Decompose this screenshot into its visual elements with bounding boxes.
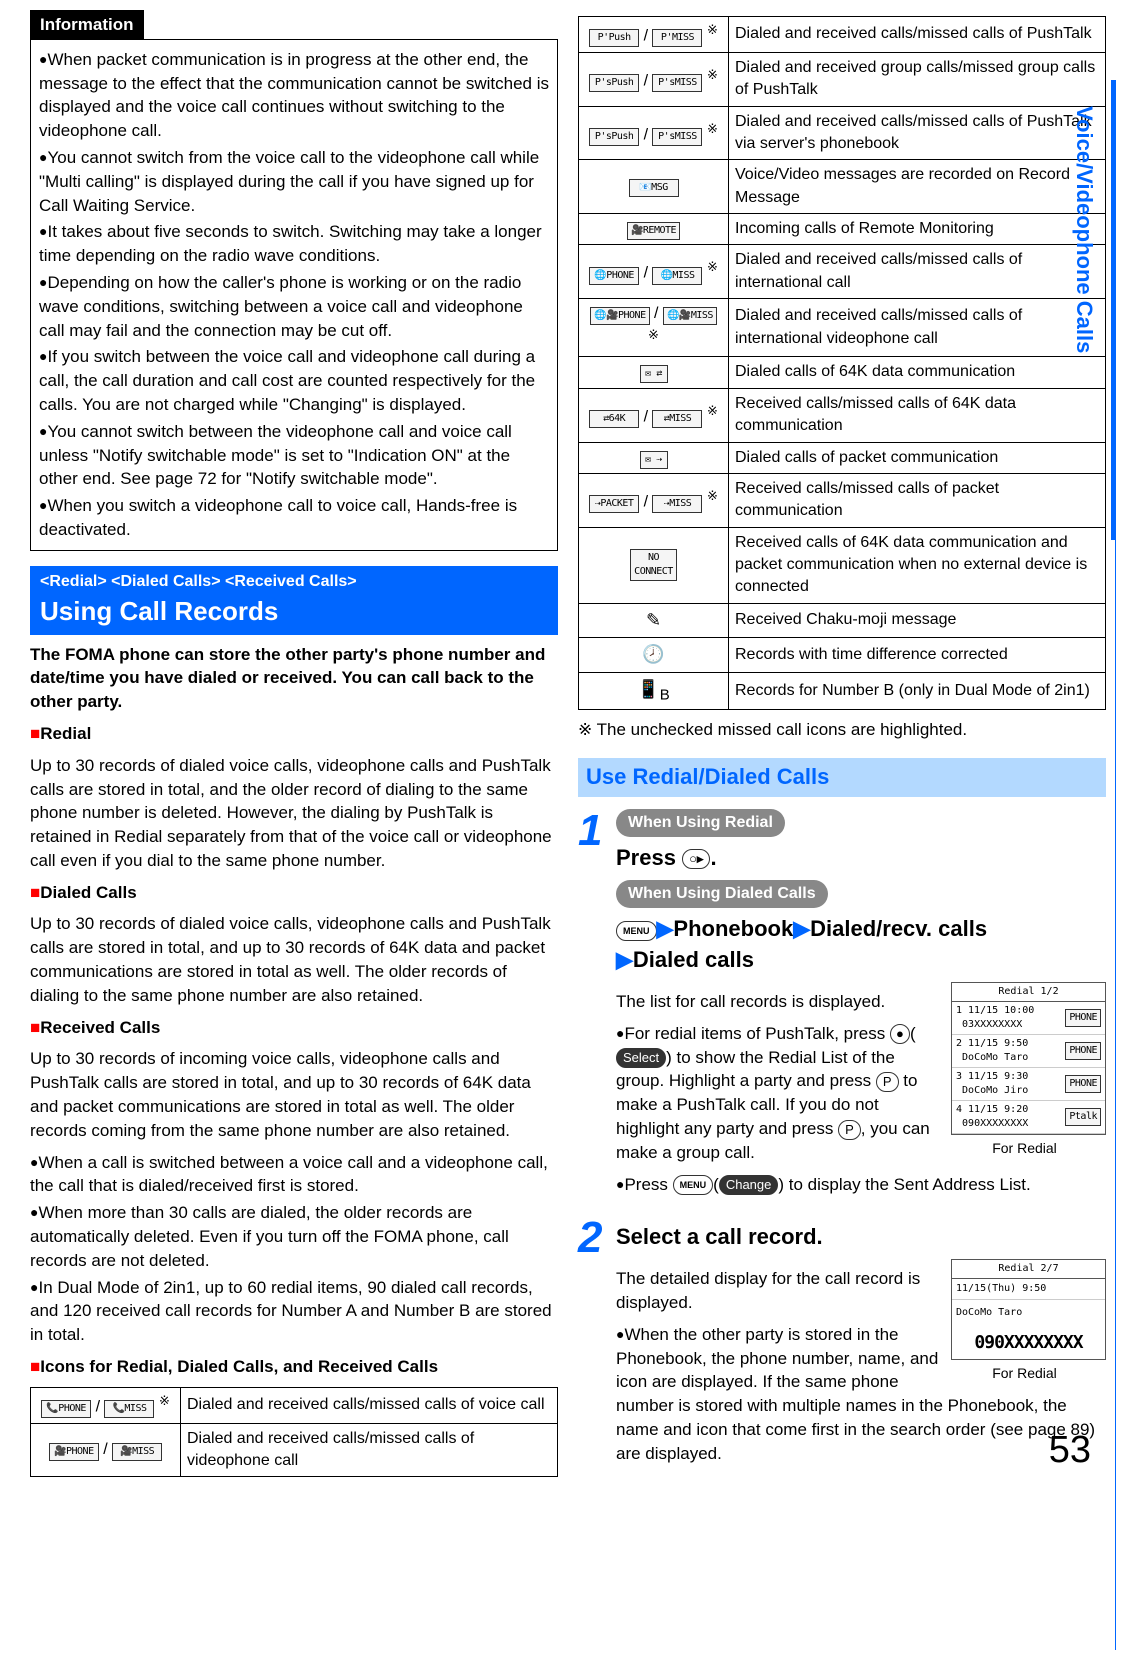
vphone-icon: 🎥PHONE [49, 1443, 99, 1461]
feature-header: <Redial> <Dialed Calls> <Received Calls>… [30, 566, 558, 635]
icon-table-right: P'Push / P'MISS ※Dialed and received cal… [578, 16, 1106, 710]
dialed-text: Up to 30 records of dialed voice calls, … [30, 912, 558, 1007]
menu-key-icon: MENU [673, 1175, 714, 1195]
chakumoji-icon: ✎ [646, 610, 661, 630]
info-item: You cannot switch between the videophone… [39, 422, 512, 489]
received-heading: Received Calls [40, 1018, 160, 1037]
msg-icon: 📧MSG [629, 179, 679, 197]
select-softkey-icon: Select [616, 1048, 666, 1068]
64k-out-icon: ✉ ⇄ [640, 365, 668, 383]
packet-out-icon: ✉ ⇢ [640, 451, 668, 469]
nav-phonebook: Phonebook [673, 916, 793, 941]
icon-desc: Dialed and received calls/missed calls o… [729, 17, 1106, 53]
64k-miss-icon: ⇄MISS [652, 410, 702, 428]
received-text: Up to 30 records of incoming voice calls… [30, 1047, 558, 1142]
intl-icon: 🌐PHONE [589, 267, 639, 285]
icon-table-left: 📞PHONE / 📞MISS ※ Dialed and received cal… [30, 1387, 558, 1478]
step-2: 2 Select a call record. Redial 2/7 11/15… [578, 1216, 1106, 1473]
remote-icon: 🎥REMOTE [627, 222, 680, 240]
phone-in-icon: 📞PHONE [41, 1400, 91, 1418]
received-bullet: When more than 30 calls are dialed, the … [30, 1203, 509, 1270]
packet-in-icon: ⇢PACKET [589, 495, 639, 513]
press-label: Press [616, 845, 682, 870]
info-item: It takes about five seconds to switch. S… [39, 222, 542, 265]
info-item: Depending on how the caller's phone is w… [39, 273, 523, 340]
icon-desc: Received calls/missed calls of 64K data … [729, 388, 1106, 442]
pushtalk-redial-bullet: For redial items of PushTalk, press [624, 1024, 889, 1043]
when-redial-pill: When Using Redial [616, 809, 785, 837]
icon-desc: Dialed and received calls/missed calls o… [729, 299, 1106, 357]
intl-miss-icon: 🌐MISS [652, 267, 702, 285]
icon-desc: Dialed and received calls/missed calls o… [181, 1423, 558, 1477]
section-side-tab: Voice/Videophone Calls [1066, 100, 1101, 359]
icon-desc: Records for Number B (only in Dual Mode … [729, 672, 1106, 710]
ptalk-icon: P'Push [589, 29, 639, 47]
ptalk-key-icon: P [876, 1072, 899, 1092]
step-number-icon: 2 [578, 1216, 616, 1473]
icon-desc: Dialed and received calls/missed calls o… [729, 106, 1106, 160]
right-nav-key-icon: ○▸ [682, 849, 710, 869]
ptalk-key-icon: P [838, 1120, 861, 1140]
feature-intro: The FOMA phone can store the other party… [30, 643, 558, 714]
press-change-bullet: Press [624, 1175, 672, 1194]
received-bullet: When a call is switched between a voice … [30, 1153, 548, 1196]
icon-desc: Voice/Video messages are recorded on Rec… [729, 160, 1106, 214]
icon-desc: Incoming calls of Remote Monitoring [729, 214, 1106, 245]
info-item: When you switch a videophone call to voi… [39, 496, 517, 539]
intl-vp-icon: 🌐🎥PHONE [590, 307, 650, 325]
step-number-icon: 1 [578, 809, 616, 1205]
redial-list-screenshot: Redial 1/2 1 11/15 10:00 03XXXXXXXXPHONE… [951, 982, 1106, 1135]
information-box: ●When packet communication is in progres… [30, 39, 558, 551]
info-item: You cannot switch from the voice call to… [39, 148, 539, 215]
phone-miss-icon: 📞MISS [104, 1400, 154, 1418]
64k-in-icon: ⇄64K [589, 410, 639, 428]
ptalk-grp-miss-icon: P'sMISS [652, 74, 702, 92]
side-guide-line [1104, 80, 1116, 1650]
dialed-heading: Dialed Calls [40, 883, 136, 902]
ptalk-miss-icon: P'MISS [652, 29, 702, 47]
left-column: Information ●When packet communication i… [30, 10, 558, 1478]
subsection-header: Use Redial/Dialed Calls [578, 758, 1106, 797]
icon-desc: Dialed and received calls/missed calls o… [729, 245, 1106, 299]
icon-desc: Dialed calls of packet communication [729, 442, 1106, 473]
icon-desc: Dialed and received group calls/missed g… [729, 52, 1106, 106]
redial-heading: Redial [40, 724, 91, 743]
number-b-icon: 📱B [637, 679, 669, 699]
feature-subtitle: <Redial> <Dialed Calls> <Received Calls> [40, 571, 548, 593]
icon-desc: Received Chaku-moji message [729, 603, 1106, 637]
right-column: P'Push / P'MISS ※Dialed and received cal… [578, 10, 1106, 1478]
redial-detail-screenshot: Redial 2/7 11/15(Thu) 9:50 DoCoMo Taro 0… [951, 1259, 1106, 1360]
nav-dialed-calls: Dialed calls [633, 947, 754, 972]
menu-key-icon: MENU [616, 921, 657, 941]
packet-miss-icon: ⇢MISS [652, 495, 702, 513]
information-header: Information [30, 10, 144, 40]
page-number: 53 [1049, 1424, 1091, 1477]
icon-desc: Received calls/missed calls of packet co… [729, 473, 1106, 527]
feature-title: Using Call Records [40, 593, 548, 629]
when-dialed-pill: When Using Dialed Calls [616, 880, 828, 908]
ptalk-srv-miss-icon: P'sMISS [652, 128, 702, 146]
timediff-icon: 🕗 [642, 644, 664, 664]
ptalk-srv-icon: P'sPush [589, 128, 639, 146]
vphone-miss-icon: 🎥MISS [112, 1443, 162, 1461]
step2-title: Select a call record. [616, 1222, 1106, 1253]
intl-vp-miss-icon: 🌐🎥MISS [663, 307, 717, 325]
noconnect-icon: NOCONNECT [630, 549, 677, 581]
nav-dialed-recv: Dialed/recv. calls [810, 916, 987, 941]
icon-note: ※ The unchecked missed call icons are hi… [578, 718, 1106, 742]
icon-desc: Dialed and received calls/missed calls o… [181, 1387, 558, 1423]
info-item: If you switch between the voice call and… [39, 347, 535, 414]
received-bullet: In Dual Mode of 2in1, up to 60 redial it… [30, 1278, 552, 1345]
icons-heading: Icons for Redial, Dialed Calls, and Rece… [40, 1357, 438, 1376]
icon-desc: Received calls of 64K data communication… [729, 527, 1106, 603]
info-item: When packet communication is in progress… [39, 50, 549, 140]
step-1: 1 When Using Redial Press ○▸. When Using… [578, 809, 1106, 1205]
redial-text: Up to 30 records of dialed voice calls, … [30, 754, 558, 873]
icon-desc: Records with time difference corrected [729, 638, 1106, 672]
change-softkey-icon: Change [719, 1175, 779, 1195]
ptalk-grp-icon: P'sPush [589, 74, 639, 92]
icon-desc: Dialed calls of 64K data communication [729, 357, 1106, 388]
center-key-icon: ● [890, 1024, 910, 1044]
